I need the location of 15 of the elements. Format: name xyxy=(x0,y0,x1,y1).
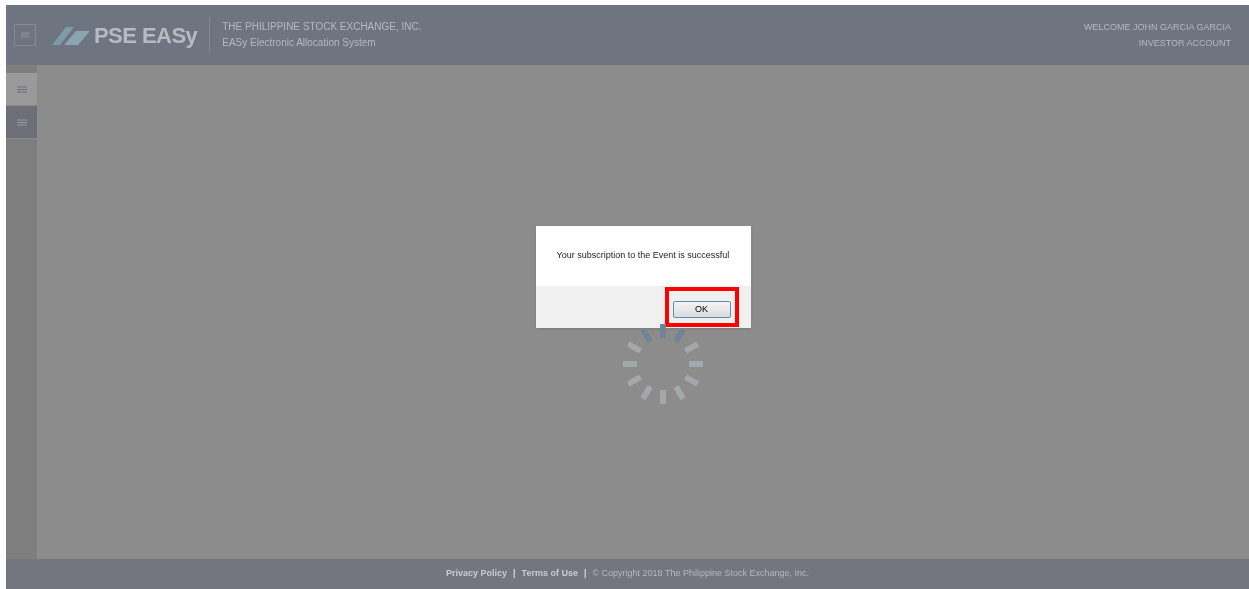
sidebar-item[interactable] xyxy=(6,106,37,139)
logo-text: PSE EASy xyxy=(94,21,198,50)
welcome-text[interactable]: WELCOME JOHN GARCIA GARCIA xyxy=(1083,19,1231,35)
list-icon xyxy=(16,118,27,126)
sidebar-item[interactable] xyxy=(6,73,37,106)
footer-link[interactable]: Privacy Policy xyxy=(445,567,507,581)
account-type: INVESTOR ACCOUNT xyxy=(1138,37,1231,50)
system-name: EASy Electronic Allocation System xyxy=(222,36,377,50)
dialog-message: Your subscription to the Event is successful xyxy=(556,249,730,263)
separator: | xyxy=(512,567,517,581)
footer-link[interactable]: Terms of Use xyxy=(521,567,578,581)
ok-button[interactable]: OK xyxy=(672,301,731,319)
separator: | xyxy=(582,567,588,581)
list-icon xyxy=(16,85,27,93)
organization-name: THE PHILIPPINE STOCK EXCHANGE, INC. xyxy=(222,20,422,34)
